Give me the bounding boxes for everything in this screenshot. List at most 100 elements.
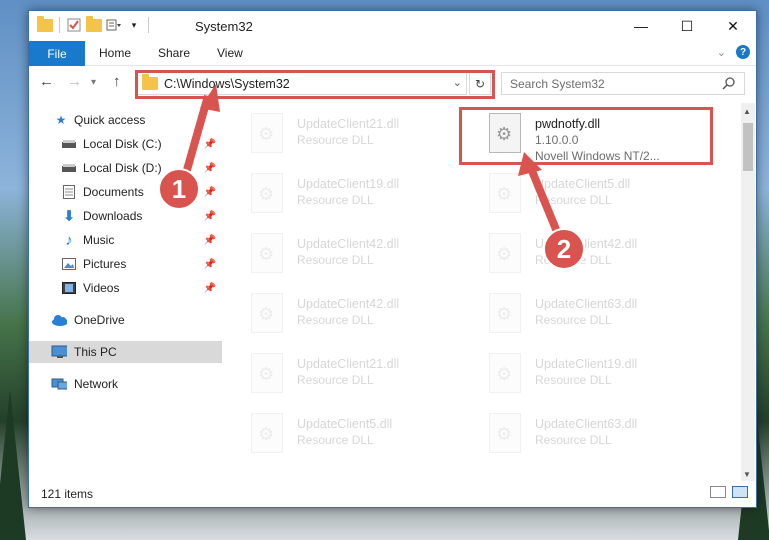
folder-icon[interactable] [37, 15, 53, 33]
sidebar-item-quick-access[interactable]: ★ Quick access [29, 109, 222, 131]
scroll-up-icon[interactable]: ▲ [743, 107, 751, 116]
dll-file-icon [251, 353, 283, 393]
drive-icon [61, 136, 77, 152]
cloud-icon [51, 312, 67, 328]
file-item[interactable]: UpdateClient21.dll Resource DLL [225, 351, 455, 407]
dll-file-icon [489, 293, 521, 333]
search-icon[interactable] [722, 76, 736, 93]
file-item[interactable]: UpdateClient63.dll Resource DLL [463, 291, 693, 347]
file-type: Resource DLL [535, 433, 612, 447]
file-name: UpdateClient42.dll [297, 237, 400, 251]
dll-file-icon [489, 233, 521, 273]
back-arrow-icon[interactable]: ← [39, 73, 54, 90]
dll-file-icon [251, 173, 283, 213]
file-type: Resource DLL [535, 313, 612, 327]
sidebar-item-label: This PC [74, 345, 117, 359]
scroll-down-icon[interactable]: ▼ [743, 470, 751, 479]
documents-icon [61, 184, 77, 200]
file-item[interactable]: UpdateClient63.dll Resource DLL [463, 411, 693, 467]
close-button[interactable]: ✕ [710, 11, 756, 41]
file-name: UpdateClient19.dll [297, 177, 400, 191]
file-name: UpdateClient42.dll [297, 297, 400, 311]
chevron-down-icon[interactable]: ▾ [126, 17, 142, 33]
pin-icon[interactable]: 📌 [204, 163, 216, 174]
details-view-icon[interactable] [710, 486, 726, 498]
step-marker-2: 2 [543, 228, 585, 270]
pictures-icon [61, 256, 77, 272]
search-placeholder: Search System32 [510, 76, 605, 91]
ribbon: File Home Share View ⌄ ? [29, 41, 756, 66]
file-item[interactable]: UpdateClient19.dll Resource DLL [225, 171, 455, 227]
file-item[interactable]: UpdateClient42.dll Resource DLL [225, 231, 455, 287]
properties-icon[interactable] [66, 17, 82, 33]
file-explorer-window: ▾ System32 — ☐ ✕ File Home Share View ⌄ … [28, 10, 757, 508]
dll-file-icon [251, 233, 283, 273]
expand-ribbon-icon[interactable]: ⌄ [717, 46, 726, 59]
sidebar-item-this-pc[interactable]: This PC [29, 341, 222, 363]
new-folder-icon[interactable] [86, 15, 102, 33]
sidebar-item-pictures[interactable]: Pictures 📌 [29, 253, 222, 275]
sidebar-item-label: Pictures [83, 257, 127, 271]
pin-icon[interactable]: 📌 [204, 259, 216, 270]
up-arrow-icon[interactable]: ↑ [113, 73, 121, 90]
file-name: UpdateClient19.dll [535, 357, 638, 371]
sidebar-item-label: Videos [83, 281, 120, 295]
file-name: UpdateClient5.dll [297, 417, 393, 431]
file-name: UpdateClient21.dll [297, 357, 400, 371]
sidebar-item-label: OneDrive [74, 313, 125, 327]
sidebar-item-local-disk-c[interactable]: Local Disk (C:) 📌 [29, 133, 222, 155]
file-name: UpdateClient5.dll [535, 177, 631, 191]
tab-share[interactable]: Share [158, 46, 190, 60]
help-icon[interactable]: ? [736, 45, 750, 59]
pin-icon[interactable]: 📌 [204, 235, 216, 246]
search-input[interactable]: Search System32 [501, 72, 745, 95]
file-type: Resource DLL [297, 193, 374, 207]
sidebar-item-label: Local Disk (D:) [83, 161, 162, 175]
file-item[interactable]: UpdateClient5.dll Resource DLL [225, 411, 455, 467]
file-item[interactable]: UpdateClient42.dll Resource DLL [225, 291, 455, 347]
window-title: System32 [195, 19, 253, 34]
sidebar-item-videos[interactable]: Videos 📌 [29, 277, 222, 299]
sidebar-item-label: Network [74, 377, 119, 391]
sidebar-item-label: Music [83, 233, 115, 247]
navigation-pane: ★ Quick access Local Disk (C:) 📌 Local D… [29, 103, 224, 481]
sidebar-item-network[interactable]: Network [29, 373, 222, 395]
maximize-button[interactable]: ☐ [664, 11, 710, 41]
customize-icon[interactable] [106, 17, 122, 33]
file-name: UpdateClient63.dll [535, 417, 638, 431]
sidebar-item-onedrive[interactable]: OneDrive [29, 309, 222, 331]
star-icon: ★ [55, 113, 67, 127]
pin-icon[interactable]: 📌 [204, 187, 216, 198]
pin-icon[interactable]: 📌 [204, 283, 216, 294]
window-controls: — ☐ ✕ [618, 11, 756, 41]
download-icon: ⬇ [62, 208, 76, 225]
tab-view[interactable]: View [217, 46, 243, 60]
recent-locations-icon[interactable]: ▾ [91, 77, 96, 88]
scroll-thumb[interactable] [743, 123, 753, 171]
file-type: Resource DLL [297, 433, 374, 447]
dll-file-icon [489, 173, 521, 213]
large-icons-view-icon[interactable] [732, 486, 748, 498]
file-item[interactable]: UpdateClient5.dll Resource DLL [463, 171, 693, 227]
minimize-button[interactable]: — [618, 11, 664, 41]
pin-icon[interactable]: 📌 [204, 211, 216, 222]
tree-decoration [0, 390, 26, 540]
file-type: Resource DLL [297, 253, 374, 267]
vertical-scrollbar[interactable]: ▲ ▼ [741, 103, 755, 481]
dll-file-icon [251, 413, 283, 453]
pin-icon[interactable]: 📌 [204, 139, 216, 150]
file-highlight-box [459, 107, 713, 165]
file-type: Resource DLL [297, 133, 374, 147]
network-icon [51, 376, 67, 392]
file-name: UpdateClient63.dll [535, 297, 638, 311]
sidebar-item-downloads[interactable]: ⬇ Downloads 📌 [29, 205, 222, 227]
tab-file[interactable]: File [29, 41, 85, 66]
sidebar-item-label: Local Disk (C:) [83, 137, 162, 151]
step-marker-1: 1 [158, 168, 200, 210]
tab-home[interactable]: Home [99, 46, 131, 60]
file-item[interactable]: UpdateClient19.dll Resource DLL [463, 351, 693, 407]
sidebar-item-music[interactable]: ♪ Music 📌 [29, 229, 222, 251]
file-item[interactable]: UpdateClient21.dll Resource DLL [225, 111, 455, 167]
file-type: Resource DLL [297, 313, 374, 327]
forward-arrow-icon[interactable]: → [67, 73, 82, 90]
